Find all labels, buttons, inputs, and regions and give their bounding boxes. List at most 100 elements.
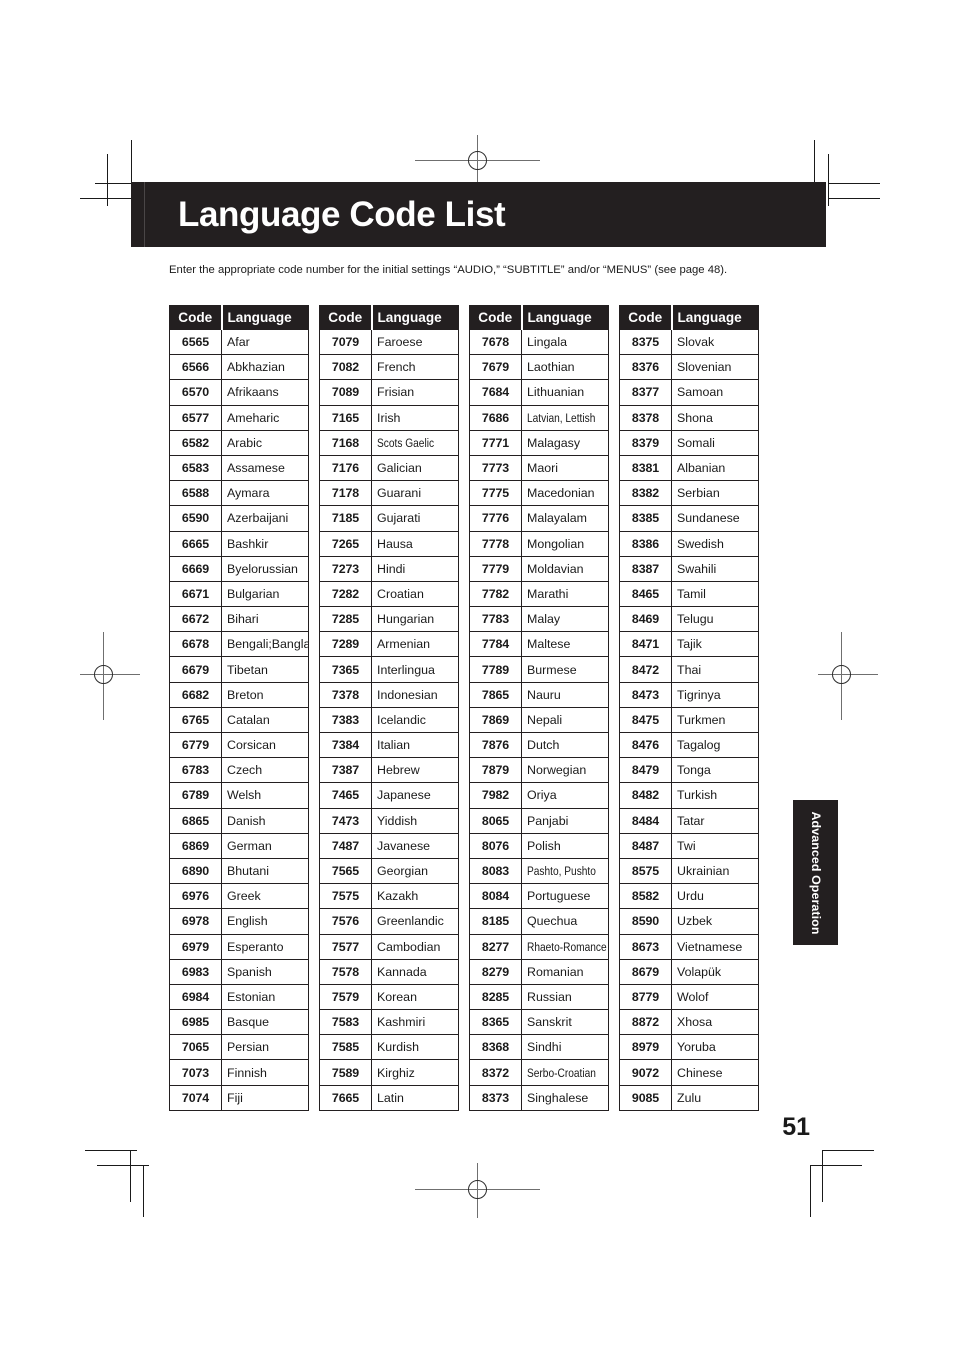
language-code-cell: 7082 <box>319 354 372 381</box>
language-code-cell: 7265 <box>319 530 372 557</box>
language-code-cell: 7378 <box>319 681 372 708</box>
column-header-language: Language <box>371 305 459 330</box>
language-name-cell: Persian <box>221 1034 309 1061</box>
table-row: 8590 Uzbek <box>619 908 759 935</box>
language-code-cell: 6570 <box>169 379 222 406</box>
language-code-cell: 7784 <box>469 631 522 658</box>
language-code-cell: 8365 <box>469 1009 522 1036</box>
table-row: 6582 Arabic <box>169 429 309 456</box>
language-code-cell: 8979 <box>619 1034 672 1061</box>
language-code-cell: 7178 <box>319 480 372 507</box>
table-row: 7065 Persian <box>169 1034 309 1061</box>
language-code-cell: 7579 <box>319 983 372 1011</box>
language-name-cell: Romanian <box>521 958 609 985</box>
language-name-cell: Tagalog <box>671 731 759 759</box>
table-row: 7869 Nepali <box>469 706 609 734</box>
language-code-cell: 7865 <box>469 681 522 708</box>
language-code-cell: 8083 <box>469 857 522 885</box>
crop-mark-bottom-left-v-outer <box>130 1150 131 1202</box>
language-code-cell: 7387 <box>319 757 372 784</box>
language-code-cell: 8679 <box>619 958 672 985</box>
language-name-cell: German <box>221 832 309 859</box>
table-row: 7678 Lingala <box>469 328 609 356</box>
table-row: 7074 Fiji <box>169 1084 309 1111</box>
language-code-cell: 7583 <box>319 1009 372 1036</box>
language-name-cell: Danish <box>221 807 309 834</box>
table-row: 7575 Kazakh <box>319 883 459 910</box>
table-row: 7282 Croatian <box>319 580 459 608</box>
language-name-cell: Sanskrit <box>521 1009 609 1036</box>
table-row: 7285 Hungarian <box>319 606 459 633</box>
table-row: 7579 Korean <box>319 983 459 1011</box>
table-header-row: Code Language <box>169 305 309 330</box>
table-row: 8378 Shona <box>619 404 759 431</box>
language-name-cell: Hindi <box>371 555 459 582</box>
language-code-cell: 8385 <box>619 505 672 532</box>
language-name-cell: Bengali;Bangla <box>221 631 309 658</box>
language-code-cell: 6671 <box>169 580 222 608</box>
table-row: 7387 Hebrew <box>319 757 459 784</box>
table-row: 8065 Panjabi <box>469 807 609 834</box>
language-code-cell: 7585 <box>319 1034 372 1061</box>
language-code-cell: 7665 <box>319 1084 372 1111</box>
language-code-cell: 8285 <box>469 983 522 1011</box>
language-name-cell: Azerbaijani <box>221 505 309 532</box>
table-row: 8373 Singhalese <box>469 1084 609 1111</box>
language-code-cell: 7168 <box>319 429 372 456</box>
language-code-cell: 6779 <box>169 731 222 759</box>
language-name-cell: Greenlandic <box>371 908 459 935</box>
table-row: 8185 Quechua <box>469 908 609 935</box>
table-row: 8472 Thai <box>619 656 759 683</box>
table-row: 8084 Portuguese <box>469 883 609 910</box>
table-row: 6978 English <box>169 908 309 935</box>
language-code-cell: 8084 <box>469 883 522 910</box>
crop-mark-top-left-h-inner <box>80 198 132 199</box>
table-row: 6583 Assamese <box>169 454 309 482</box>
table-row: 8471 Tajik <box>619 631 759 658</box>
language-code-cell: 7776 <box>469 505 522 532</box>
registration-mark-bottom <box>468 1180 487 1199</box>
crop-mark-bottom-right-v-outer <box>822 1150 823 1202</box>
language-code-cell: 8372 <box>469 1059 522 1086</box>
language-code-cell: 7778 <box>469 530 522 557</box>
language-name-cell: Wolof <box>671 983 759 1011</box>
table-row: 6566 Abkhazian <box>169 354 309 381</box>
table-row: 8475 Turkmen <box>619 706 759 734</box>
language-code-cell: 7773 <box>469 454 522 482</box>
table-header-row: Code Language <box>319 305 459 330</box>
language-name-text: Serbo-Croatian <box>527 1065 596 1080</box>
table-row: 7073 Finnish <box>169 1059 309 1086</box>
language-name-text: Latvian, Lettish <box>527 410 596 425</box>
table-row: 7168 Scots Gaelic <box>319 429 459 456</box>
table-row: 7079 Faroese <box>319 328 459 356</box>
table-row: 9085 Zulu <box>619 1084 759 1111</box>
language-name-cell: Zulu <box>671 1084 759 1111</box>
language-name-cell: Lingala <box>521 328 609 356</box>
language-name-cell: Esperanto <box>221 933 309 960</box>
language-code-cell: 8779 <box>619 983 672 1011</box>
language-name-cell: Maori <box>521 454 609 482</box>
language-code-cell: 6669 <box>169 555 222 582</box>
language-code-cell: 7775 <box>469 480 522 507</box>
table-row: 7982 Oriya <box>469 782 609 809</box>
language-code-cell: 6984 <box>169 983 222 1011</box>
language-code-cell: 8065 <box>469 807 522 834</box>
language-code-cell: 6582 <box>169 429 222 456</box>
crop-mark-bottom-right-h-outer <box>822 1150 874 1151</box>
language-name-cell: Kashmiri <box>371 1009 459 1036</box>
language-code-cell: 8487 <box>619 832 672 859</box>
table-row: 7679 Laothian <box>469 354 609 381</box>
language-name-cell: Lithuanian <box>521 379 609 406</box>
language-code-cell: 8277 <box>469 933 522 960</box>
language-name-cell: Chinese <box>671 1059 759 1086</box>
language-name-cell: Breton <box>221 681 309 708</box>
language-code-cell: 6565 <box>169 328 222 356</box>
language-code-cell: 7679 <box>469 354 522 381</box>
language-name-text: Rhaeto-Romance <box>527 939 607 954</box>
language-code-cell: 8872 <box>619 1009 672 1036</box>
table-row: 8582 Urdu <box>619 883 759 910</box>
language-code-cell: 6979 <box>169 933 222 960</box>
language-code-cell: 8590 <box>619 908 672 935</box>
table-row: 8386 Swedish <box>619 530 759 557</box>
table-row: 7487 Javanese <box>319 832 459 859</box>
